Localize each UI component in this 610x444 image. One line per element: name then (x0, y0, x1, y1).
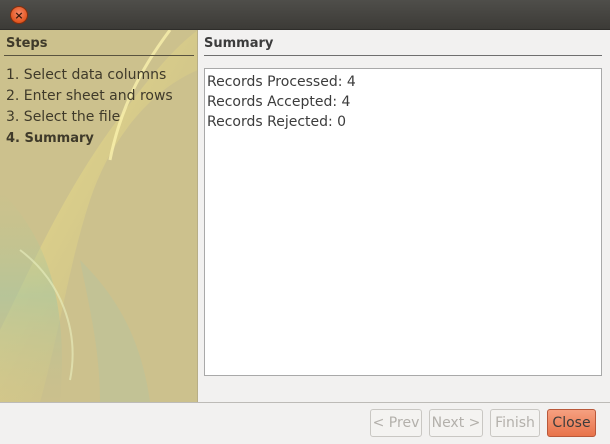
summary-divider (204, 55, 602, 56)
summary-heading: Summary (204, 36, 274, 51)
step-item-summary: 4. Summary (6, 131, 94, 146)
records-rejected-line: Records Rejected: 0 (207, 114, 347, 130)
steps-list: 1. Select data columns 2. Enter sheet an… (6, 65, 173, 149)
step-item-select-file: 3. Select the file (6, 109, 121, 125)
window-close-icon[interactable]: × (10, 6, 28, 24)
window-titlebar: × (0, 0, 610, 30)
steps-divider (4, 55, 194, 56)
step-item-enter-sheet: 2. Enter sheet and rows (6, 88, 173, 104)
summary-panel: Summary Records Processed: 4 Records Acc… (198, 30, 610, 402)
records-processed-line: Records Processed: 4 (207, 74, 356, 90)
step-item-select-columns: 1. Select data columns (6, 67, 167, 83)
prev-button[interactable]: < Prev (370, 409, 422, 437)
next-button[interactable]: Next > (429, 409, 483, 437)
finish-button[interactable]: Finish (490, 409, 540, 437)
steps-heading: Steps (6, 36, 48, 51)
wizard-footer: < Prev Next > Finish Close (0, 402, 610, 444)
summary-text-area[interactable]: Records Processed: 4 Records Accepted: 4… (204, 68, 602, 376)
records-accepted-line: Records Accepted: 4 (207, 94, 351, 110)
steps-sidebar: Steps 1. Select data columns 2. Enter sh… (0, 30, 198, 402)
close-button[interactable]: Close (547, 409, 596, 437)
